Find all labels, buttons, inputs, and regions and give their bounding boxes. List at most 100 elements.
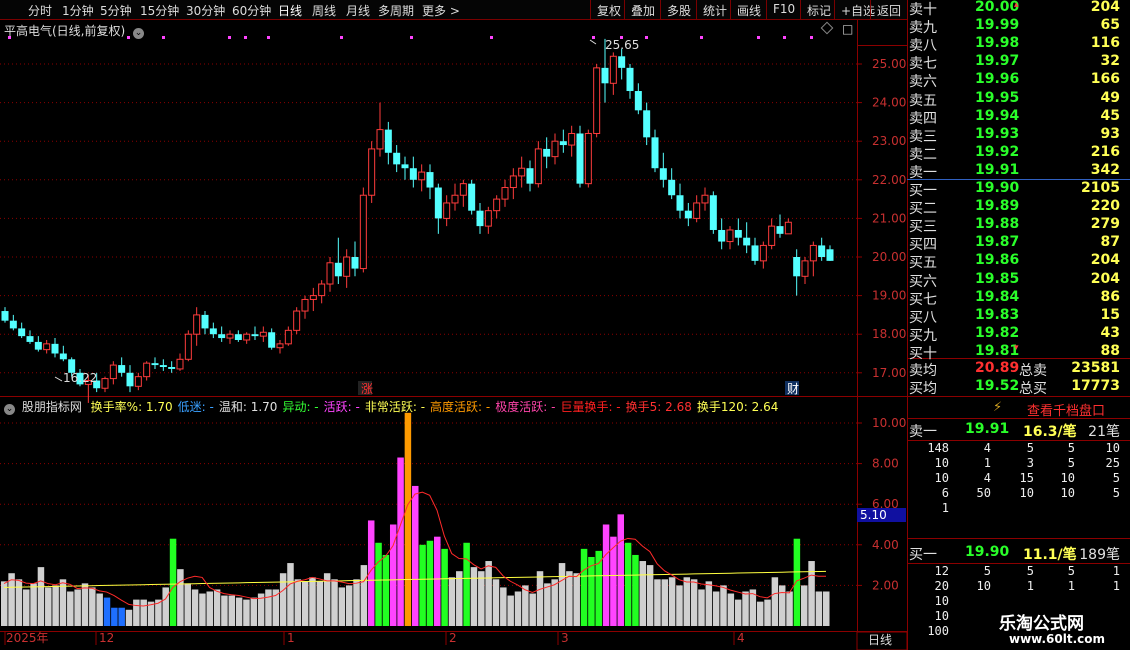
bid-row[interactable]: 买八 19.83 15 [907, 307, 1130, 326]
candle-body [609, 55, 617, 84]
candle-body [701, 194, 709, 204]
ask-row[interactable]: 卖六 19.96 166 [907, 71, 1130, 91]
bid-row[interactable]: 买五 19.86 204 [907, 252, 1130, 271]
candle-body [559, 141, 567, 146]
turnover-bar [360, 565, 368, 626]
turnover-bar [698, 589, 705, 626]
candle-body [551, 140, 559, 158]
candle-body [309, 295, 317, 300]
bid-row[interactable]: 买六 19.85 204 [907, 270, 1130, 290]
turnover-bar [580, 548, 588, 626]
bid-row[interactable]: 买七 19.84 86 [907, 289, 1130, 308]
ask1-per: 16.3/笔 [1023, 424, 1077, 440]
candle-body [43, 343, 51, 351]
candle-body [434, 187, 442, 219]
ask-row[interactable]: 卖八 19.98 116 [907, 35, 1130, 54]
bid-price: 19.86 [975, 252, 1020, 269]
candle-body [776, 226, 784, 234]
indicator-value-3: 异动: - [282, 400, 319, 414]
turnover-bar [661, 579, 669, 626]
time-label: 3 [561, 631, 569, 645]
ask1-queue-header[interactable]: 卖一 19.91 16.3/笔 21笔 [907, 421, 1130, 440]
candle-body [376, 129, 384, 150]
turnover-bar [96, 593, 103, 626]
turnover-bar [823, 591, 830, 626]
turnover-bar [426, 540, 434, 626]
candle-body [243, 333, 251, 341]
bid-marker[interactable]: ▾ [907, 343, 1130, 361]
diamond-icon [820, 21, 834, 35]
bid-row[interactable]: 买四 19.87 87 [907, 234, 1130, 253]
avg-sell-row[interactable]: 卖均 20.89 总卖 23581 [907, 360, 1130, 379]
turnover-bar [492, 579, 500, 626]
candle-body [184, 333, 192, 360]
ask-row[interactable]: 卖一 19.91 342 [907, 162, 1130, 181]
indicator-legend: ⌄ 股朋指标网 换手率%: 1.70 低迷: - 温和: 1.70 异动: - 活跃: … [4, 398, 778, 415]
candle-body [26, 336, 34, 342]
bid-level-name: 买八 [909, 309, 937, 326]
queue-cell: 148 [927, 441, 949, 455]
turnover-bar [536, 571, 544, 626]
ask-row[interactable]: 卖五 19.95 49 [907, 90, 1130, 109]
candle-body [576, 133, 584, 184]
ask-level-name: 卖六 [909, 74, 937, 91]
turnover-bar [206, 591, 213, 626]
ask-row[interactable]: 卖九 19.99 65 [907, 17, 1130, 36]
turnover-bar [544, 583, 551, 626]
kline-chart-area[interactable]: 25.0024.0023.0022.0021.0020.0019.0018.00… [0, 0, 907, 650]
price-tick-label: 17.00 [872, 366, 906, 380]
ask-volume: 45 [1100, 107, 1120, 124]
candle-body [209, 328, 217, 335]
avg-buy-row[interactable]: 买均 19.52 总买 17773 [907, 378, 1130, 397]
event-dot [700, 36, 703, 39]
queue-cell: 1 [1112, 579, 1120, 593]
bid-row[interactable]: 买一 19.90 2105 [907, 180, 1130, 199]
event-dot [340, 36, 343, 39]
price-tick-label: 20.00 [872, 250, 906, 264]
turnover-bar [764, 599, 771, 626]
ask-row[interactable]: 卖二 19.92 216 [907, 144, 1130, 163]
event-dot [783, 36, 786, 39]
queue-cell: 10 [934, 609, 949, 623]
ask-marker[interactable]: ▴ [907, 0, 1130, 18]
turnover-bar [712, 591, 720, 626]
up-arrow-icon: ▴ [1014, 0, 1019, 10]
candle-body [793, 257, 801, 277]
candle-body [568, 132, 576, 146]
turnover-bar [250, 597, 258, 626]
ask-volume: 32 [1100, 53, 1120, 70]
candle-body [768, 225, 776, 246]
low-pointer [54, 376, 63, 382]
indicator-chevron-icon[interactable]: ⌄ [4, 404, 15, 415]
bid-volume: 204 [1090, 270, 1120, 287]
order-book-panel: 卖十 20.00 204 卖九 19.99 65 卖八 19.98 116 卖七 19.97 32 卖六… [907, 0, 1130, 650]
indicator-value-1: 低迷: - [177, 400, 214, 414]
candle-body [734, 229, 742, 238]
candle-body [1, 311, 9, 321]
turnover-bar [654, 579, 661, 626]
candle-body [726, 229, 734, 243]
bid-row[interactable]: 买三 19.88 279 [907, 216, 1130, 235]
candle-body [759, 244, 767, 262]
candle-body [651, 137, 659, 169]
candle-body [468, 183, 476, 211]
bid-row[interactable]: 买二 19.89 220 [907, 198, 1130, 217]
turnover-bar [808, 561, 815, 626]
turnover-bar [778, 585, 786, 626]
queue-row: 1 [907, 501, 1130, 516]
ask-row[interactable]: 卖三 19.93 93 [907, 126, 1130, 145]
bid1-queue-header[interactable]: 买一 19.90 11.1/笔 189笔 [907, 544, 1130, 563]
bid-level-name: 买六 [909, 273, 937, 290]
ask-row[interactable]: 卖四 19.94 45 [907, 107, 1130, 127]
turnover-bar [500, 587, 507, 626]
bid-volume: 279 [1090, 216, 1120, 233]
ask-row[interactable]: 卖七 19.97 32 [907, 53, 1130, 72]
bid-row[interactable]: 买九 19.82 43 [907, 325, 1130, 344]
level2-button[interactable]: ⚡ 查看千档盘口 [907, 400, 1130, 419]
period-label: 日线 [868, 633, 892, 647]
turnover-bar [668, 577, 676, 626]
price-tick-label: 19.00 [872, 289, 906, 303]
candle-body [743, 237, 751, 246]
settings-chevron-icon[interactable]: ⌄ [133, 28, 145, 39]
zhang-marker: 涨 [361, 381, 373, 396]
